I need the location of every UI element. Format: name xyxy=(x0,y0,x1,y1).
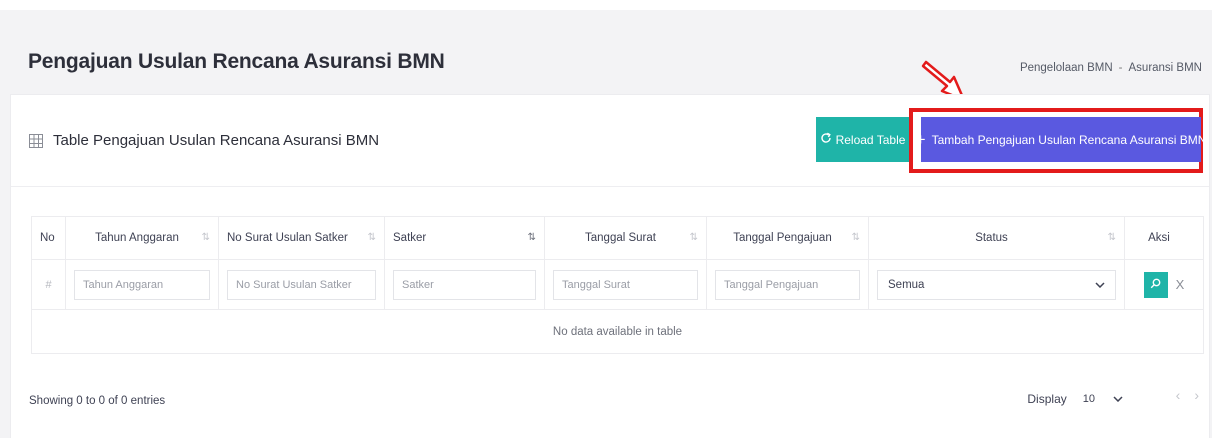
empty-row: No data available in table xyxy=(31,309,1204,354)
filter-status-select[interactable]: Semua xyxy=(877,269,1116,300)
filter-tahun-anggaran-input[interactable] xyxy=(74,269,210,300)
filter-no-surat-input[interactable] xyxy=(227,269,376,300)
filter-status-value: Semua xyxy=(888,278,925,291)
table-grid-icon xyxy=(29,133,43,148)
reload-table-label: Reload Table xyxy=(835,132,906,147)
sort-icon: ⇅ xyxy=(201,232,210,243)
card-header: Table Pengajuan Usulan Rencana Asuransi … xyxy=(11,95,1209,187)
filter-row-marker: # xyxy=(31,259,66,310)
table-header-row: No Tahun Anggaran ⇅ No Surat Usulan Satke… xyxy=(31,216,1204,260)
filter-clear-button[interactable]: X xyxy=(1176,277,1185,292)
data-table-wrapper: No Tahun Anggaran ⇅ No Surat Usulan Satke… xyxy=(31,216,1204,354)
card-title: Table Pengajuan Usulan Rencana Asuransi … xyxy=(29,132,379,149)
chevron-down-icon xyxy=(1095,279,1105,291)
data-table: No Tahun Anggaran ⇅ No Surat Usulan Satke… xyxy=(31,216,1204,354)
display-label: Display xyxy=(1027,392,1067,406)
pagination-prev-button[interactable]: ‹ xyxy=(1176,387,1181,403)
pagination-next-button[interactable]: › xyxy=(1194,387,1199,403)
column-header-aksi: Aksi xyxy=(1124,216,1204,260)
page-title: Pengajuan Usulan Rencana Asuransi BMN xyxy=(28,50,445,73)
sort-icon: ⇅ xyxy=(367,232,376,243)
breadcrumb: Pengelolaan BMN - Asuransi BMN xyxy=(1020,62,1202,74)
column-header-status[interactable]: Status ⇅ xyxy=(868,216,1125,260)
reload-table-button[interactable]: Reload Table xyxy=(816,117,909,162)
sort-icon: ⇅ xyxy=(851,232,860,243)
breadcrumb-separator: - xyxy=(1118,62,1123,74)
add-pengajuan-label: Tambah Pengajuan Usulan Rencana Asuransi… xyxy=(931,132,1207,147)
column-header-no: No xyxy=(31,216,66,260)
filter-satker-input[interactable] xyxy=(393,269,536,300)
column-header-tanggal-pengajuan[interactable]: Tanggal Pengajuan ⇅ xyxy=(706,216,869,260)
pagination: ‹ › xyxy=(1176,387,1199,403)
sort-icon: ⇅ xyxy=(689,232,698,243)
column-header-tahun-anggaran[interactable]: Tahun Anggaran ⇅ xyxy=(65,216,219,260)
breadcrumb-item-pengelolaan[interactable]: Pengelolaan BMN xyxy=(1020,62,1113,74)
page-size-value: 10 xyxy=(1082,393,1095,405)
reload-icon xyxy=(820,132,832,147)
table-card: Table Pengajuan Usulan Rencana Asuransi … xyxy=(10,94,1210,438)
column-header-no-surat[interactable]: No Surat Usulan Satker ⇅ xyxy=(218,216,385,260)
sort-icon: ⇅ xyxy=(1107,232,1116,243)
filter-search-button[interactable] xyxy=(1143,271,1168,298)
breadcrumb-item-asuransi[interactable]: Asuransi BMN xyxy=(1129,62,1203,74)
add-pengajuan-button[interactable]: + Tambah Pengajuan Usulan Rencana Asuran… xyxy=(916,117,1206,162)
column-header-tanggal-surat[interactable]: Tanggal Surat ⇅ xyxy=(544,216,707,260)
sort-icon: ⇅ xyxy=(527,232,536,243)
table-info-text: Showing 0 to 0 of 0 entries xyxy=(29,395,166,407)
chevron-down-icon xyxy=(1113,393,1123,405)
card-title-text: Table Pengajuan Usulan Rencana Asuransi … xyxy=(53,132,380,149)
page-size-control: Display 10 xyxy=(1027,387,1129,411)
search-icon xyxy=(1150,277,1161,292)
page-size-select[interactable]: 10 xyxy=(1077,387,1129,411)
column-header-satker[interactable]: Satker ⇅ xyxy=(384,216,545,260)
page-background: Pengajuan Usulan Rencana Asuransi BMN Pe… xyxy=(0,10,1212,438)
filter-tanggal-surat-input[interactable] xyxy=(553,269,698,300)
filter-row: # Semua xyxy=(31,259,1204,310)
empty-table-message: No data available in table xyxy=(31,309,1204,354)
filter-tanggal-pengajuan-input[interactable] xyxy=(715,269,860,300)
plus-icon: + xyxy=(915,130,926,149)
